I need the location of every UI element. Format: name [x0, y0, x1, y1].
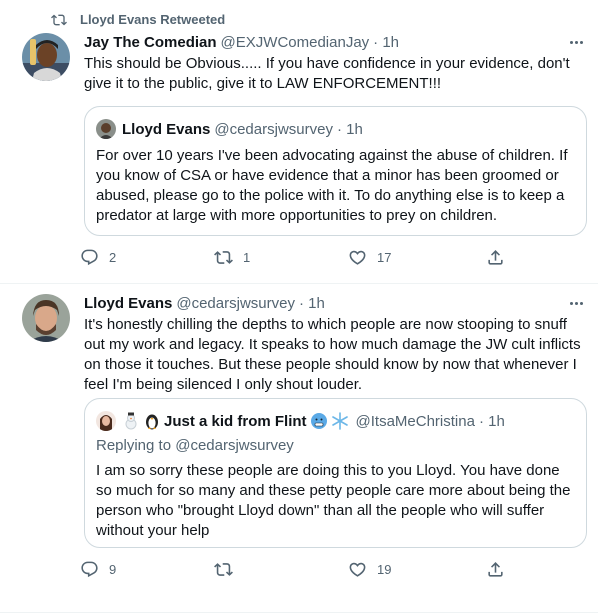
tweet-actions: 9 19 — [80, 560, 520, 582]
author-handle[interactable]: @EXJWComedianJay — [221, 34, 370, 51]
reply-icon — [81, 249, 98, 266]
share-button[interactable] — [486, 248, 505, 267]
snowflake-emoji — [331, 412, 349, 430]
avatar-image — [22, 294, 70, 342]
like-icon — [349, 562, 366, 577]
quoted-author-handle: @cedarsjwsurvey — [214, 120, 333, 138]
quoted-time: · 1h — [336, 120, 363, 138]
retweeted-by-label: Lloyd Evans Retweeted — [80, 12, 226, 27]
like-icon — [349, 250, 366, 265]
like-count: 17 — [377, 250, 392, 265]
quoted-tweet-header: Just a kid from Flint @ItsaMeChristina ·… — [96, 411, 505, 431]
reply-icon — [81, 561, 98, 578]
tweet[interactable]: Lloyd Evans @cedarsjwsurvey · 1h It's ho… — [0, 284, 598, 613]
quoted-tweet[interactable]: Lloyd Evans @cedarsjwsurvey · 1h For ove… — [84, 106, 587, 236]
tweet-time[interactable]: · 1h — [299, 295, 325, 312]
like-count: 19 — [377, 562, 392, 577]
like-button[interactable]: 19 — [348, 560, 391, 579]
tweet-header: Lloyd Evans @cedarsjwsurvey · 1h — [84, 295, 325, 312]
retweet-icon — [214, 563, 233, 576]
retweet-icon — [214, 251, 233, 264]
share-icon — [488, 562, 503, 577]
like-button[interactable]: 17 — [348, 248, 391, 267]
tweet[interactable]: Lloyd Evans Retweeted Jay The Comedian @… — [0, 0, 598, 284]
retweet-icon — [51, 14, 67, 26]
tweet-text: It's honestly chilling the depths to whi… — [84, 316, 581, 393]
author-name[interactable]: Jay The Comedian — [84, 34, 217, 51]
reply-button[interactable]: 9 — [80, 560, 116, 579]
quoted-tweet-text: For over 10 years I've been advocating a… — [96, 147, 568, 224]
author-name[interactable]: Lloyd Evans — [84, 295, 172, 312]
quoted-tweet-header: Lloyd Evans @cedarsjwsurvey · 1h — [96, 119, 363, 139]
quoted-author-handle: @ItsaMeChristina — [355, 412, 475, 430]
quoted-tweet[interactable]: Just a kid from Flint @ItsaMeChristina ·… — [84, 398, 587, 548]
quoted-time: · 1h — [478, 412, 505, 430]
avatar[interactable] — [22, 33, 70, 81]
quoted-tweet-text: I am so sorry these people are doing thi… — [96, 462, 571, 539]
retweet-count: 1 — [243, 250, 251, 265]
avatar[interactable] — [22, 294, 70, 342]
quoted-author-name: Just a kid from Flint — [164, 412, 307, 430]
retweet-button[interactable] — [214, 560, 243, 579]
quoted-avatar — [96, 119, 116, 139]
tweet-header: Jay The Comedian @EXJWComedianJay · 1h — [84, 34, 399, 51]
reply-count: 2 — [109, 250, 117, 265]
reply-count: 9 — [109, 562, 117, 577]
avatar-image — [22, 33, 70, 81]
quoted-avatar — [96, 411, 116, 431]
more-icon[interactable] — [566, 295, 586, 311]
share-icon — [488, 250, 503, 265]
tweet-actions: 2 1 17 — [80, 248, 520, 270]
cold-face-emoji — [310, 412, 328, 430]
retweet-button[interactable]: 1 — [214, 248, 250, 267]
share-button[interactable] — [486, 560, 505, 579]
quoted-author-name: Lloyd Evans — [122, 120, 211, 138]
more-icon[interactable] — [566, 34, 586, 50]
penguin-emoji — [143, 412, 161, 430]
author-handle[interactable]: @cedarsjwsurvey — [176, 295, 295, 312]
tweet-text: This should be Obvious..... If you have … — [84, 55, 570, 92]
reply-button[interactable]: 2 — [80, 248, 116, 267]
tweet-time[interactable]: · 1h — [373, 34, 399, 51]
snowman-emoji — [122, 412, 140, 430]
replying-to[interactable]: Replying to @cedarsjwsurvey — [96, 437, 294, 454]
